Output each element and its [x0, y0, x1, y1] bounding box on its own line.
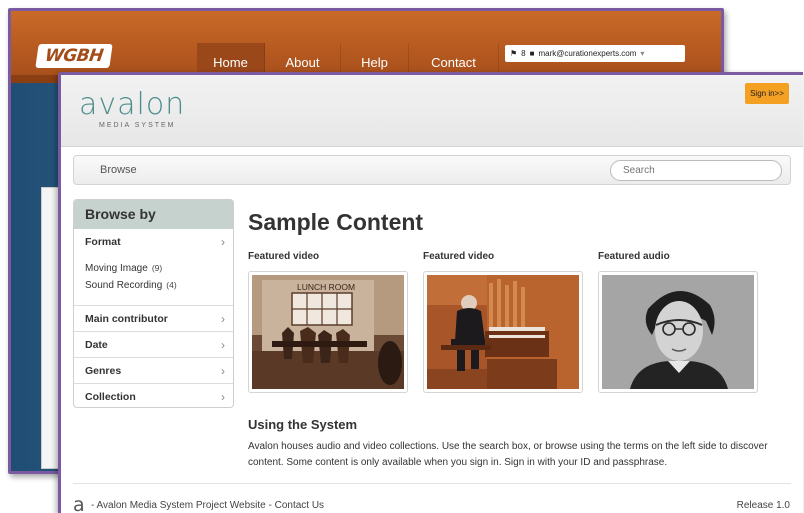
avalon-logo-subtitle: MEDIA SYSTEM [99, 122, 176, 129]
organist-image [427, 275, 579, 389]
usage-text: Avalon houses audio and video collection… [248, 441, 768, 468]
chevron-right-icon: › [221, 390, 225, 404]
wgbh-logo[interactable]: WGBH [35, 44, 113, 68]
user-email: mark@curationexperts.com [538, 49, 637, 58]
facet-value-label: Moving Image [85, 263, 148, 274]
featured-label-2: Featured video [423, 251, 495, 262]
facet-date[interactable]: Date › [74, 331, 233, 357]
sidebar-title: Browse by [74, 200, 233, 229]
lunch-room-image: LUNCH ROOM [252, 275, 404, 389]
page-title: Sample Content [248, 209, 424, 235]
chevron-right-icon: › [221, 312, 225, 326]
wgbh-logo-text: WGBH [43, 46, 105, 66]
facet-genres[interactable]: Genres › [74, 357, 233, 383]
featured-video-1-thumbnail[interactable]: LUNCH ROOM [248, 271, 408, 393]
usage-title: Using the System [248, 417, 358, 432]
search-input[interactable] [610, 160, 782, 181]
featured-audio-thumbnail[interactable] [598, 271, 758, 393]
chevron-right-icon: › [221, 235, 225, 249]
footer-links[interactable]: - Avalon Media System Project Website - … [91, 500, 324, 511]
footer-divider [73, 483, 791, 484]
sign-in-button[interactable]: Sign in>> [745, 83, 789, 104]
chevron-right-icon: › [221, 338, 225, 352]
facet-main-contributor[interactable]: Main contributor › [74, 305, 233, 331]
thumbnail-sign-text: LUNCH ROOM [297, 282, 355, 292]
facet-label: Main contributor [85, 313, 168, 325]
chevron-right-icon: › [221, 364, 225, 378]
browse-link[interactable]: Browse [100, 156, 137, 184]
facet-label: Genres [85, 365, 122, 377]
flag-count: 8 [521, 49, 526, 58]
facet-value-sound-recording[interactable]: Sound Recording (4) [85, 277, 233, 294]
featured-label-1: Featured video [248, 251, 320, 262]
facet-collection[interactable]: Collection › [74, 383, 233, 407]
facet-format[interactable]: Format › Moving Image (9) Sound Recording… [74, 229, 233, 305]
featured-label-3: Featured audio [598, 251, 670, 262]
facet-values: Moving Image (9) Sound Recording (4) [85, 260, 233, 294]
release-version: Release 1.0 [736, 500, 790, 511]
facet-value-count: (4) [166, 280, 177, 290]
facet-value-label: Sound Recording [85, 280, 163, 291]
flag-icon: ⚑ [510, 49, 518, 58]
featured-video-2-thumbnail[interactable] [423, 271, 583, 393]
facet-label: Collection [85, 391, 136, 403]
facet-label: Format [85, 236, 121, 248]
navbar: Browse [73, 155, 791, 185]
facet-value-count: (9) [151, 263, 163, 273]
facet-value-moving-image[interactable]: Moving Image (9) [85, 260, 233, 277]
facet-label: Date [85, 339, 108, 351]
avalon-logo[interactable]: avalon [79, 87, 185, 122]
browse-sidebar: Browse by Format › Moving Image (9) Sound… [73, 199, 234, 408]
portrait-image [602, 275, 754, 389]
avalon-window: avalon MEDIA SYSTEM Sign in>> Browse Bro… [58, 72, 803, 513]
masthead: avalon MEDIA SYSTEM Sign in>> [61, 75, 803, 147]
user-menu[interactable]: ⚑ 8 ■ mark@curationexperts.com ▾ [505, 45, 685, 62]
avalon-footer-logo: a [73, 494, 85, 513]
user-icon: ■ [529, 49, 535, 58]
chevron-down-icon: ▾ [640, 49, 645, 58]
